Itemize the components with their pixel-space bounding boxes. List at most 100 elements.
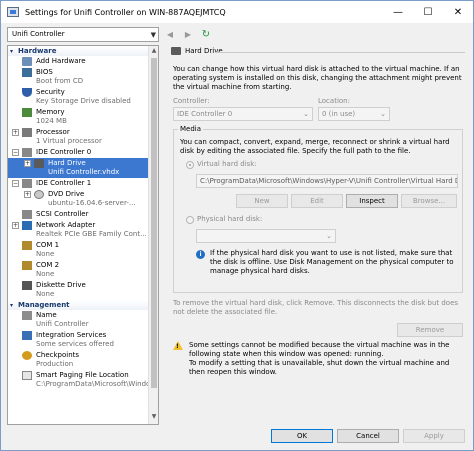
sidebar-item-integration-services[interactable]: Integration Services Some services offer… — [8, 330, 158, 350]
sidebar-item-name[interactable]: Name Unifi Controller — [8, 310, 158, 330]
chevron-down-icon: ⌄ — [326, 232, 332, 240]
back-arrow-icon[interactable]: ◀ — [163, 27, 177, 41]
sidebar-item-com-1[interactable]: COM 1 None — [8, 240, 158, 260]
checkpoint-icon — [22, 351, 32, 360]
hyper-v-app-icon — [7, 7, 19, 17]
sidebar-item-security[interactable]: Security Key Storage Drive disabled — [8, 87, 158, 107]
network-adapter-icon — [22, 221, 32, 230]
sidebar-item-diskette-drive[interactable]: Diskette Drive None — [8, 280, 158, 300]
sidebar-item-smart-paging[interactable]: Smart Paging File Location C:\ProgramDat… — [8, 370, 158, 390]
remove-button[interactable]: Remove — [397, 323, 463, 337]
name-tag-icon — [22, 311, 32, 320]
controller-select[interactable]: IDE Controller 0 ⌄ — [173, 107, 313, 121]
media-caption: Media — [178, 125, 204, 133]
sidebar-item-memory[interactable]: Memory 1024 MB — [8, 107, 158, 127]
media-description: You can compact, convert, expand, merge,… — [180, 138, 450, 155]
diskette-icon — [22, 281, 32, 290]
toolbar: Unifi Controller ▼ ◀ ▶ ↻ — [7, 25, 469, 43]
expand-icon[interactable]: + — [12, 222, 19, 229]
vm-selector[interactable]: Unifi Controller ▼ — [7, 26, 159, 42]
sidebar-item-com-2[interactable]: COM 2 None — [8, 260, 158, 280]
browse-button[interactable]: Browse... — [401, 194, 457, 208]
virtual-hard-disk-radio[interactable] — [186, 161, 194, 169]
sidebar-item-ide-controller-0[interactable]: − IDE Controller 0 — [8, 147, 158, 158]
physical-hard-disk-radio[interactable] — [186, 216, 194, 224]
chevron-down-icon: ▼ — [150, 30, 156, 39]
scsi-controller-icon — [22, 210, 32, 219]
sidebar-item-checkpoints[interactable]: Checkpoints Production — [8, 350, 158, 370]
dvd-disc-icon — [34, 190, 44, 199]
ok-button[interactable]: OK — [271, 429, 333, 443]
sidebar-item-network-adapter[interactable]: + Network Adapter Realtek PCIe GBE Famil… — [8, 220, 158, 240]
expand-icon[interactable]: + — [24, 160, 31, 167]
sidebar-item-processor[interactable]: + Processor 1 Virtual processor — [8, 127, 158, 147]
chevron-down-icon: ⌄ — [303, 110, 309, 118]
management-section-header[interactable]: ▾ Management — [8, 300, 158, 310]
new-button[interactable]: New — [236, 194, 288, 208]
minimize-button[interactable]: — — [383, 1, 413, 23]
controller-label: Controller: — [173, 97, 210, 105]
dialog-footer: OK Cancel Apply — [1, 425, 473, 451]
remove-description: To remove the virtual hard disk, click R… — [173, 299, 459, 316]
intro-text: You can change how this virtual hard dis… — [173, 65, 462, 91]
collapse-icon[interactable]: − — [12, 149, 19, 156]
tree-scrollbar[interactable]: ▲ ▼ — [148, 46, 158, 424]
refresh-icon[interactable]: ↻ — [199, 27, 213, 41]
sidebar-item-add-hardware[interactable]: Add Hardware — [8, 56, 158, 67]
settings-tree: ▾ Hardware Add Hardware BIOS Boot from C… — [7, 45, 159, 425]
scrollbar-thumb[interactable] — [151, 58, 157, 388]
window-controls: — ☐ ✕ — [383, 1, 473, 23]
apply-button[interactable]: Apply — [403, 429, 465, 443]
ide-controller-icon — [22, 179, 32, 188]
title-bar: Settings for Unifi Controller on WIN-887… — [1, 1, 473, 23]
scroll-down-icon[interactable]: ▼ — [150, 413, 158, 423]
panel-title: Hard Drive — [185, 47, 223, 55]
hard-drive-panel: Hard Drive You can change how this virtu… — [165, 45, 469, 425]
edit-button[interactable]: Edit — [291, 194, 343, 208]
bios-chip-icon — [22, 68, 32, 77]
sidebar-item-scsi-controller[interactable]: SCSI Controller — [8, 209, 158, 220]
location-select[interactable]: 0 (in use) ⌄ — [318, 107, 390, 121]
integration-services-icon — [22, 331, 32, 340]
hard-drive-icon — [171, 47, 181, 55]
collapse-icon[interactable]: − — [12, 180, 19, 187]
physical-disk-select[interactable]: ⌄ — [196, 229, 336, 243]
location-label: Location: — [318, 97, 350, 105]
sidebar-item-hard-drive[interactable]: + Hard Drive Unifi Controller.vhdx — [8, 158, 158, 178]
chevron-down-icon: ⌄ — [380, 110, 386, 118]
close-button[interactable]: ✕ — [443, 1, 473, 23]
scroll-up-icon[interactable]: ▲ — [150, 47, 158, 57]
virtual-hard-disk-label: Virtual hard disk: — [197, 160, 257, 168]
collapse-icon[interactable]: ▾ — [10, 48, 18, 55]
settings-window: Settings for Unifi Controller on WIN-887… — [0, 0, 474, 451]
folder-icon — [22, 371, 32, 380]
cancel-button[interactable]: Cancel — [337, 429, 399, 443]
maximize-button[interactable]: ☐ — [413, 1, 443, 23]
com-port-icon — [22, 241, 32, 250]
processor-icon — [22, 128, 32, 137]
hardware-section-header[interactable]: ▾ Hardware — [8, 46, 158, 56]
virtual-hard-disk-path[interactable]: C:\ProgramData\Microsoft\Windows\Hyper-V… — [196, 174, 458, 188]
expand-icon[interactable]: + — [24, 191, 31, 198]
memory-icon — [22, 108, 32, 117]
header-divider — [215, 52, 465, 53]
sidebar-item-ide-controller-1[interactable]: − IDE Controller 1 — [8, 178, 158, 189]
panel-header: Hard Drive — [171, 47, 223, 55]
window-title: Settings for Unifi Controller on WIN-887… — [25, 7, 226, 17]
physical-hard-disk-label: Physical hard disk: — [197, 215, 263, 223]
sidebar-item-bios[interactable]: BIOS Boot from CD — [8, 67, 158, 87]
inspect-button[interactable]: Inspect — [346, 194, 398, 208]
media-group: Media You can compact, convert, expand, … — [173, 125, 463, 293]
running-state-warning: Some settings cannot be modified because… — [189, 341, 450, 376]
vm-selector-value: Unifi Controller — [12, 30, 65, 38]
add-hardware-icon — [22, 57, 32, 66]
hard-drive-icon — [34, 159, 44, 168]
collapse-icon[interactable]: ▾ — [10, 302, 18, 309]
com-port-icon — [22, 261, 32, 270]
physical-disk-info: If the physical hard disk you want to us… — [210, 249, 454, 275]
shield-icon — [22, 88, 32, 97]
sidebar-item-dvd-drive[interactable]: + DVD Drive ubuntu-16.04.6-server-... — [8, 189, 158, 209]
expand-icon[interactable]: + — [12, 129, 19, 136]
forward-arrow-icon[interactable]: ▶ — [181, 27, 195, 41]
info-icon: i — [196, 250, 205, 259]
